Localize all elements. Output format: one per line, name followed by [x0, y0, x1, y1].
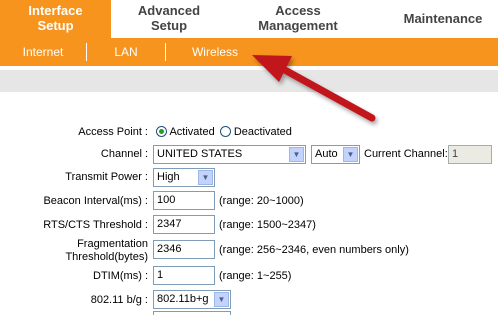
frag-threshold-label-line2: Threshold(bytes): [65, 251, 148, 263]
transmit-power-select[interactable]: High ▼: [153, 168, 215, 187]
beacon-interval-label: Beacon Interval(ms) :: [43, 195, 148, 207]
dtim-input[interactable]: 1: [153, 266, 215, 285]
radio-activated-label: Activated: [169, 126, 215, 138]
beacon-interval-input[interactable]: 100: [153, 191, 215, 210]
dtim-range: (range: 1~255): [219, 270, 292, 282]
tab-advanced-setup[interactable]: Advanced Setup: [113, 0, 225, 38]
tab-interface-setup-line2: Setup: [37, 18, 74, 33]
chevron-down-icon: ▼: [289, 147, 304, 162]
radio-activated[interactable]: [156, 126, 167, 137]
channel-auto-select[interactable]: Auto ▼: [311, 145, 360, 164]
subtab-lan[interactable]: LAN: [96, 38, 156, 66]
channel-label: Channel :: [100, 148, 148, 160]
access-point-radio-group: Activated Deactivated: [156, 125, 292, 139]
radio-deactivated[interactable]: [219, 126, 231, 137]
section-header-band: [0, 70, 498, 92]
tab-maintenance[interactable]: Maintenance: [388, 0, 498, 38]
radio-deactivated-label: Deactivated: [233, 126, 292, 138]
tab-maintenance-label: Maintenance: [403, 11, 483, 26]
chevron-down-icon: ▼: [214, 292, 229, 307]
tab-advanced-setup-line2: Setup: [150, 18, 188, 33]
sub-nav: Internet LAN Wireless: [0, 38, 498, 66]
tab-interface-setup-line1: Interface: [28, 3, 83, 18]
tab-interface-setup[interactable]: Interface Setup: [0, 0, 111, 38]
frag-threshold-input[interactable]: 2346: [153, 240, 215, 259]
subnav-divider: [165, 43, 166, 61]
tab-access-management-line2: Management: [258, 18, 338, 33]
frag-threshold-range: (range: 256~2346, even numbers only): [219, 244, 409, 256]
subtab-internet[interactable]: Internet: [10, 38, 76, 66]
channel-select-value: UNITED STATES: [157, 148, 243, 160]
channel-auto-value: Auto: [315, 148, 338, 160]
chevron-down-icon: ▼: [343, 147, 358, 162]
mode-80211-value: 802.11b+g: [157, 293, 209, 305]
transmit-power-label: Transmit Power :: [65, 171, 148, 183]
tab-access-management-line1: Access: [275, 3, 321, 18]
mode-80211-label: 802.11 b/g :: [90, 294, 148, 306]
rts-threshold-range: (range: 1500~2347): [219, 219, 316, 231]
rts-threshold-label: RTS/CTS Threshold :: [43, 219, 148, 231]
current-channel-label: Current Channel:: [364, 148, 448, 160]
frag-threshold-label-line1: Fragmentation: [77, 238, 148, 250]
next-row-field-partial: [153, 311, 231, 315]
rts-threshold-input[interactable]: 2347: [153, 215, 215, 234]
mode-80211-select[interactable]: 802.11b+g ▼: [153, 290, 231, 309]
transmit-power-value: High: [157, 171, 180, 183]
access-point-label: Access Point :: [78, 126, 148, 138]
chevron-down-icon: ▼: [198, 170, 213, 185]
main-nav: Interface Setup Advanced Setup Access Ma…: [0, 0, 498, 38]
beacon-interval-range: (range: 20~1000): [219, 195, 304, 207]
dtim-label: DTIM(ms) :: [93, 270, 148, 282]
channel-select[interactable]: UNITED STATES ▼: [153, 145, 306, 164]
subtab-wireless[interactable]: Wireless: [180, 38, 250, 66]
tab-access-management[interactable]: Access Management: [242, 0, 354, 38]
subnav-divider: [86, 43, 87, 61]
tab-advanced-setup-line1: Advanced: [137, 3, 201, 18]
current-channel-field: 1: [448, 145, 492, 164]
